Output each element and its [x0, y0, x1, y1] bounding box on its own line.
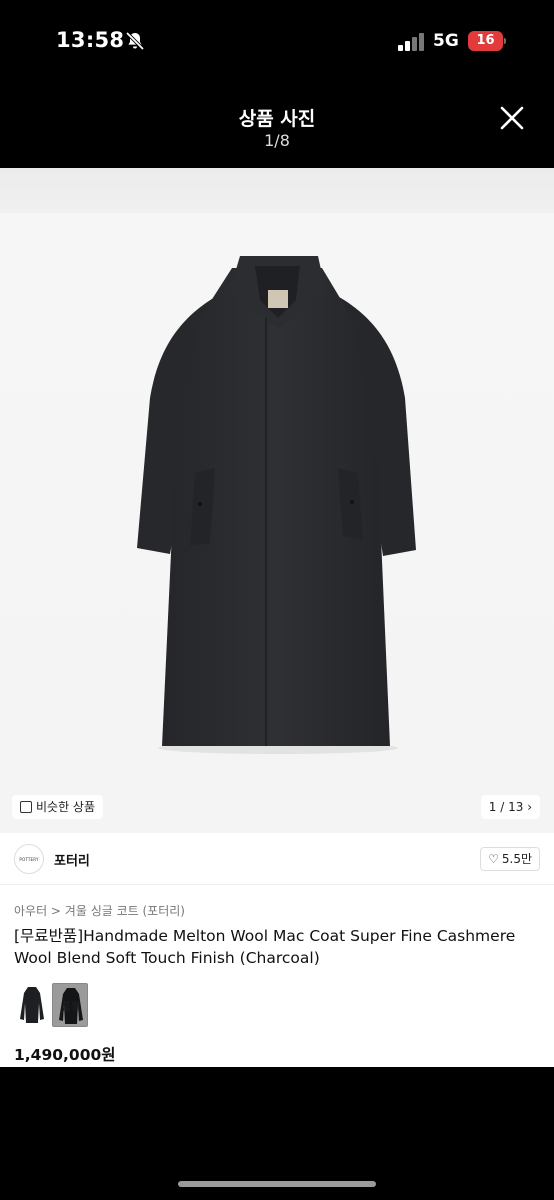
- bell-slash-icon: [125, 31, 145, 51]
- price: 1,490,000원: [14, 1046, 116, 1064]
- signal-icon: [398, 33, 426, 51]
- product-photo[interactable]: [0, 168, 554, 833]
- coat-thumb-icon: [20, 987, 44, 1023]
- home-indicator[interactable]: [178, 1181, 376, 1187]
- page-title: 상품 사진: [238, 108, 316, 130]
- status-bar: 13:58 5G 16: [0, 0, 554, 84]
- heart-icon: ♡: [488, 852, 499, 866]
- viewer-header: 상품 사진 1/8: [0, 84, 554, 168]
- color-option-charcoal[interactable]: [14, 983, 50, 1027]
- status-time: 13:58: [56, 28, 125, 52]
- color-option-soldout[interactable]: 품절: [52, 983, 88, 1027]
- like-button[interactable]: ♡ 5.5만: [480, 847, 540, 871]
- product-sheet: POTTERY 포터리 ♡ 5.5만 아우터 > 겨울 싱글 코트 (포터리) …: [0, 833, 554, 1067]
- chevron-right-icon: ›: [527, 800, 532, 814]
- coat-image: [137, 256, 416, 754]
- store-logo[interactable]: POTTERY: [14, 844, 44, 874]
- product-title: [무료반품]Handmade Melton Wool Mac Coat Supe…: [14, 927, 516, 967]
- similar-icon: [20, 801, 32, 813]
- like-count: 5.5만: [501, 852, 532, 866]
- photo-counter: 1/8: [264, 131, 290, 150]
- breadcrumb[interactable]: 아우터 > 겨울 싱글 코트 (포터리): [14, 902, 185, 919]
- similar-products-button[interactable]: 비슷한 상품: [12, 795, 104, 819]
- similar-products-label: 비슷한 상품: [36, 800, 96, 814]
- battery-level: 16: [468, 31, 503, 51]
- network-type: 5G: [433, 31, 459, 51]
- close-icon[interactable]: [498, 104, 526, 132]
- image-counter-button[interactable]: 1 / 13 ›: [480, 795, 540, 819]
- image-counter-label: 1 / 13: [488, 800, 524, 814]
- soldout-label: 품절: [61, 1002, 81, 1013]
- store-name[interactable]: 포터리: [54, 850, 90, 869]
- store-row[interactable]: POTTERY 포터리 ♡ 5.5만: [0, 833, 554, 885]
- battery-icon: 16: [468, 31, 506, 51]
